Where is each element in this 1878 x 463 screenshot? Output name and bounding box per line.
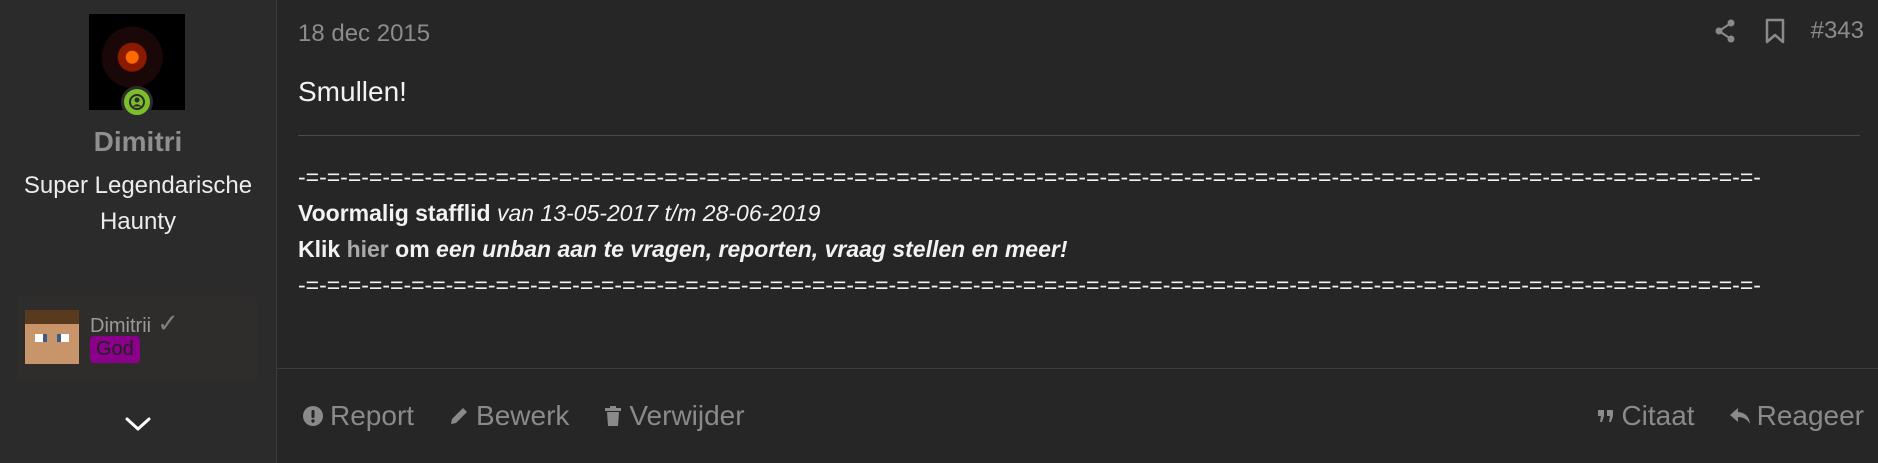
quote-button[interactable]: Citaat <box>1597 400 1695 432</box>
post-message: Smullen! <box>298 76 407 107</box>
rank-badge: God <box>90 336 140 363</box>
linked-account-name: Dimitrii ✓ <box>90 308 179 339</box>
delete-label: Verwijder <box>629 400 745 431</box>
chevron-down-icon[interactable] <box>118 404 158 444</box>
delete-button[interactable]: Verwijder <box>603 400 745 432</box>
om-label: om <box>395 236 430 262</box>
signature-line-click: Klik hier om een unban aan te vragen, re… <box>298 231 1761 267</box>
edit-button[interactable]: Bewerk <box>448 400 569 432</box>
quote-label: Citaat <box>1621 400 1695 431</box>
bookmark-icon[interactable] <box>1761 16 1789 46</box>
footer-right-actions: Citaat Reageer <box>1597 400 1864 432</box>
post-date[interactable]: 18 dec 2015 <box>298 20 430 48</box>
footer-left-actions: Report Bewerk Verwijder <box>302 400 745 432</box>
username[interactable]: Dimitri <box>0 126 276 158</box>
click-label: Klik <box>298 236 341 262</box>
reply-button[interactable]: Reageer <box>1729 400 1864 432</box>
former-staff-label: Voormalig stafflid <box>298 200 491 226</box>
forum-post: Dimitri Super Legendarische Haunty Dimit… <box>0 0 1878 463</box>
post-footer: Report Bewerk Verwijder Citaat Reageer <box>302 398 1864 434</box>
share-icon[interactable] <box>1711 16 1739 46</box>
pencil-icon <box>448 405 470 427</box>
signature-separator-top: -=-=-=-=-=-=-=-=-=-=-=-=-=-=-=-=-=-=-=-=… <box>298 164 1761 190</box>
signature-link[interactable]: hier <box>347 236 389 262</box>
signature: -=-=-=-=-=-=-=-=-=-=-=-=-=-=-=-=-=-=-=-=… <box>298 159 1761 303</box>
post-header-actions: #343 <box>1711 16 1864 46</box>
minecraft-head-icon <box>25 310 79 364</box>
signature-separator-bottom: -=-=-=-=-=-=-=-=-=-=-=-=-=-=-=-=-=-=-=-=… <box>298 272 1761 298</box>
linked-account-label: Dimitrii <box>90 315 152 337</box>
user-online-icon <box>121 86 153 118</box>
reply-icon <box>1729 406 1751 426</box>
report-button[interactable]: Report <box>302 400 414 432</box>
signature-line-staff: Voormalig stafflid van 13-05-2017 t/m 28… <box>298 195 1761 231</box>
signature-divider <box>298 135 1860 136</box>
user-title: Super Legendarische Haunty <box>23 172 253 235</box>
linked-account-card: Dimitrii ✓ God <box>17 296 257 380</box>
trash-icon <box>603 405 623 427</box>
exclamation-circle-icon <box>302 405 324 427</box>
report-label: Report <box>330 400 415 431</box>
checkmark-icon: ✓ <box>157 308 179 338</box>
user-info-panel: Dimitri Super Legendarische Haunty Dimit… <box>0 0 277 463</box>
post-number-link[interactable]: #343 <box>1811 17 1864 45</box>
reply-label: Reageer <box>1756 400 1864 431</box>
quote-icon <box>1597 408 1615 424</box>
footer-divider <box>277 368 1878 369</box>
edit-label: Bewerk <box>476 400 570 431</box>
former-staff-period: van 13-05-2017 t/m 28-06-2019 <box>496 200 821 226</box>
click-rest: een unban aan te vragen, reporten, vraag… <box>436 236 1068 262</box>
